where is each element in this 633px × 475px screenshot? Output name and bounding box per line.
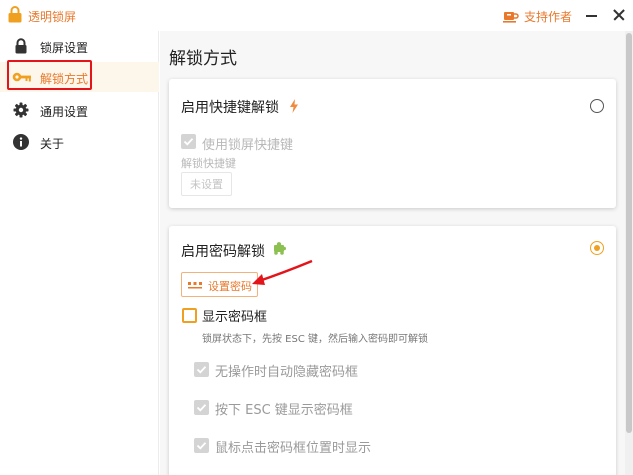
use-shortcut-checkbox[interactable] bbox=[181, 134, 196, 149]
close-icon[interactable] bbox=[611, 6, 627, 24]
click-show-checkbox[interactable] bbox=[194, 438, 209, 453]
auto-hide-checkbox[interactable] bbox=[194, 362, 209, 377]
set-password-button[interactable]: 设置密码 bbox=[181, 272, 258, 297]
scrollbar[interactable] bbox=[625, 31, 633, 475]
padlock-icon bbox=[8, 6, 22, 23]
page-title: 解锁方式 bbox=[169, 49, 237, 69]
esc-show-label: 按下 ESC 键显示密码框 bbox=[215, 403, 353, 418]
checkmark-icon bbox=[196, 366, 207, 374]
use-shortcut-label: 使用锁屏快捷键 bbox=[202, 138, 294, 153]
dots-icon bbox=[188, 282, 202, 289]
app-title: 透明锁屏 bbox=[28, 10, 77, 24]
sidebar: 锁屏设置 解锁方式 通用设置 关于 bbox=[0, 31, 159, 475]
show-password-box-label: 显示密码框 bbox=[202, 310, 268, 325]
info-icon bbox=[13, 134, 29, 150]
password-box-hint: 锁屏状态下，先按 ESC 键，然后输入密码即可解锁 bbox=[202, 334, 429, 345]
sidebar-item-lock-settings[interactable]: 锁屏设置 bbox=[0, 31, 159, 61]
password-unlock-radio[interactable] bbox=[590, 241, 604, 255]
lightning-icon bbox=[290, 99, 298, 113]
click-show-label: 鼠标点击密码框位置时显示 bbox=[215, 441, 372, 456]
sidebar-item-label: 通用设置 bbox=[40, 105, 89, 119]
esc-show-checkbox[interactable] bbox=[194, 400, 209, 415]
sidebar-item-label: 锁屏设置 bbox=[40, 41, 89, 55]
sidebar-item-general-settings[interactable]: 通用设置 bbox=[0, 95, 159, 125]
show-password-box-checkbox[interactable] bbox=[182, 308, 197, 323]
gear-icon bbox=[13, 102, 29, 118]
checkmark-icon bbox=[196, 404, 207, 412]
coffee-cup-icon bbox=[503, 12, 519, 23]
sidebar-item-about[interactable]: 关于 bbox=[0, 127, 159, 157]
shortcut-field-label: 解锁快捷键 bbox=[181, 157, 236, 170]
main-content: 解锁方式 启用快捷键解锁 使用锁屏快捷键 解锁快捷键 未设置 启用密码解锁 设置… bbox=[160, 31, 633, 475]
shortcut-not-set-button[interactable]: 未设置 bbox=[181, 172, 232, 196]
checkmark-icon bbox=[196, 442, 207, 450]
scrollbar-thumb[interactable] bbox=[626, 33, 632, 433]
sidebar-item-label: 关于 bbox=[40, 137, 65, 151]
set-password-label: 设置密码 bbox=[208, 280, 252, 293]
annotation-arrow bbox=[252, 259, 313, 285]
auto-hide-label: 无操作时自动隐藏密码框 bbox=[215, 365, 359, 380]
annotation-highlight-box bbox=[7, 60, 92, 90]
checkmark-icon bbox=[183, 138, 194, 146]
lock-icon bbox=[15, 38, 27, 54]
password-unlock-card: 启用密码解锁 设置密码 显示密码框 锁屏状态下，先按 ESC 键，然后输入密码即… bbox=[169, 226, 616, 475]
shortcut-unlock-card: 启用快捷键解锁 使用锁屏快捷键 解锁快捷键 未设置 bbox=[169, 79, 616, 208]
card-title: 启用快捷键解锁 bbox=[181, 100, 279, 116]
support-author-label: 支持作者 bbox=[524, 9, 573, 24]
title-bar: 透明锁屏 支持作者 bbox=[0, 0, 633, 31]
shortcut-unlock-radio[interactable] bbox=[590, 99, 604, 113]
support-author-button[interactable]: 支持作者 bbox=[503, 8, 572, 24]
puzzle-icon bbox=[274, 242, 286, 255]
minimize-icon[interactable] bbox=[583, 6, 599, 24]
